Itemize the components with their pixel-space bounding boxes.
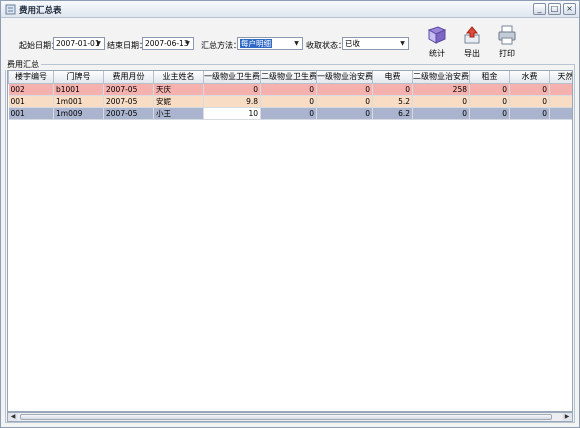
table-cell[interactable]: 6.2 <box>372 107 413 120</box>
table-cell[interactable]: 001 <box>8 107 54 120</box>
chevron-down-icon[interactable]: ▼ <box>292 39 301 48</box>
table-cell[interactable]: 5.2 <box>372 95 413 108</box>
main-window: 费用汇总表 _ □ × 起始日期： 2007-01-01 ▼ 结束日期： 200… <box>0 0 580 428</box>
table-cell[interactable]: 0 <box>372 83 413 96</box>
chevron-down-icon[interactable]: ▼ <box>183 39 192 48</box>
method-value: 每户明细 <box>240 39 272 48</box>
table-cell[interactable]: 1m001 <box>53 95 104 108</box>
table-cell[interactable]: 2007-05 <box>103 83 154 96</box>
column-header[interactable]: 水费 <box>509 71 550 84</box>
table-cell[interactable]: 0 <box>509 83 550 96</box>
scroll-left-arrow-icon[interactable]: ◀ <box>8 413 18 421</box>
fee-summary-grid[interactable]: 楼宇编号 门牌号 费用月份 业主姓名 一级物业卫生费 二级物业卫生费 一级物业治安费 电费 二级… <box>7 70 573 412</box>
column-header[interactable]: 楼宇编号 <box>8 71 54 84</box>
fee-table: 楼宇编号 门牌号 费用月份 业主姓名 一级物业卫生费 二级物业卫生费 一级物业治安费 电费 二级… <box>8 71 572 120</box>
toolbar: 起始日期： 2007-01-01 ▼ 结束日期： 2007-06-13 ▼ 汇总… <box>1 19 579 61</box>
window-title: 费用汇总表 <box>19 6 62 16</box>
table-row[interactable]: 002 b1001 2007-05 天庆 0 0 0 0 258 0 0 <box>8 83 572 96</box>
app-icon <box>5 4 16 15</box>
table-cell[interactable]: 0 <box>316 83 373 96</box>
table-cell[interactable]: 002 <box>8 83 54 96</box>
table-cell[interactable]: 安妮 <box>153 95 204 108</box>
status-select[interactable]: 已收 ▼ <box>342 37 409 50</box>
title-bar: 费用汇总表 _ □ × <box>1 1 579 18</box>
table-cell[interactable]: 9.8 <box>203 95 261 108</box>
status-value: 已收 <box>345 39 360 48</box>
close-button[interactable]: × <box>563 3 576 15</box>
table-cell[interactable]: 0 <box>316 95 373 108</box>
start-date-picker[interactable]: 2007-01-01 ▼ <box>53 37 105 50</box>
chevron-down-icon[interactable]: ▼ <box>94 39 103 48</box>
stats-label: 统计 <box>429 49 445 58</box>
scroll-right-arrow-icon[interactable]: ▶ <box>562 413 572 421</box>
column-header[interactable]: 天然 <box>549 71 572 84</box>
table-cell[interactable]: 2007-05 <box>103 95 154 108</box>
table-cell[interactable]: 0 <box>469 95 510 108</box>
stats-button[interactable]: 统计 <box>422 24 452 62</box>
group-legend: 费用汇总 <box>5 59 41 70</box>
column-header[interactable]: 租金 <box>469 71 510 84</box>
table-cell[interactable]: 小王 <box>153 107 204 120</box>
table-cell[interactable]: 0 <box>469 107 510 120</box>
table-header-row: 楼宇编号 门牌号 费用月份 业主姓名 一级物业卫生费 二级物业卫生费 一级物业治安费 电费 二级… <box>8 71 572 84</box>
table-cell[interactable]: 0 <box>260 83 317 96</box>
minimize-button[interactable]: _ <box>533 3 546 15</box>
table-cell[interactable]: 天庆 <box>153 83 204 96</box>
print-button[interactable]: 打印 <box>492 24 522 62</box>
status-label: 收取状态： <box>306 41 346 50</box>
print-label: 打印 <box>499 49 515 58</box>
column-header[interactable]: 二级物业治安费 <box>412 71 470 84</box>
method-select[interactable]: 每户明细 ▼ <box>237 37 303 50</box>
book-icon <box>427 26 447 44</box>
table-cell[interactable]: 2007-05 <box>103 107 154 120</box>
horizontal-scrollbar[interactable]: ◀ ▶ <box>7 412 573 422</box>
table-cell[interactable]: 0 <box>412 95 470 108</box>
table-cell[interactable]: 0 <box>509 95 550 108</box>
table-row[interactable]: 001 1m001 2007-05 安妮 9.8 0 0 5.2 0 0 0 <box>8 95 572 108</box>
column-header[interactable]: 费用月份 <box>103 71 154 84</box>
table-cell[interactable]: 0 <box>260 107 317 120</box>
column-header[interactable]: 业主姓名 <box>153 71 204 84</box>
printer-icon <box>498 25 516 45</box>
column-header[interactable]: 电费 <box>372 71 413 84</box>
table-cell[interactable]: 0 <box>509 107 550 120</box>
table-cell[interactable]: 1m009 <box>53 107 104 120</box>
maximize-button[interactable]: □ <box>548 3 561 15</box>
table-cell[interactable] <box>549 95 572 108</box>
table-cell[interactable]: 0 <box>412 107 470 120</box>
table-cell[interactable] <box>549 83 572 96</box>
table-cell[interactable]: 001 <box>8 95 54 108</box>
column-header[interactable]: 一级物业治安费 <box>316 71 373 84</box>
export-button[interactable]: 导出 <box>457 24 487 62</box>
end-date-picker[interactable]: 2007-06-13 ▼ <box>142 37 194 50</box>
column-header[interactable]: 一级物业卫生费 <box>203 71 261 84</box>
table-cell[interactable]: 10 <box>203 107 261 120</box>
table-cell[interactable]: 258 <box>412 83 470 96</box>
table-cell[interactable] <box>549 107 572 120</box>
table-cell[interactable]: 0 <box>260 95 317 108</box>
chevron-down-icon[interactable]: ▼ <box>398 39 407 48</box>
table-body: 002 b1001 2007-05 天庆 0 0 0 0 258 0 0 001 1m001 2007-0… <box>8 83 572 120</box>
table-cell[interactable]: b1001 <box>53 83 104 96</box>
table-row[interactable]: 001 1m009 2007-05 小王 10 0 0 6.2 0 0 0 <box>8 107 572 120</box>
method-label: 汇总方法： <box>201 41 241 50</box>
scrollbar-thumb[interactable] <box>20 414 552 420</box>
table-cell[interactable]: 0 <box>316 107 373 120</box>
export-label: 导出 <box>464 49 480 58</box>
column-header[interactable]: 二级物业卫生费 <box>260 71 317 84</box>
column-header[interactable]: 门牌号 <box>53 71 104 84</box>
end-date-label: 结束日期： <box>107 41 147 50</box>
table-cell[interactable]: 0 <box>469 83 510 96</box>
table-cell[interactable]: 0 <box>203 83 261 96</box>
export-icon <box>464 26 480 44</box>
